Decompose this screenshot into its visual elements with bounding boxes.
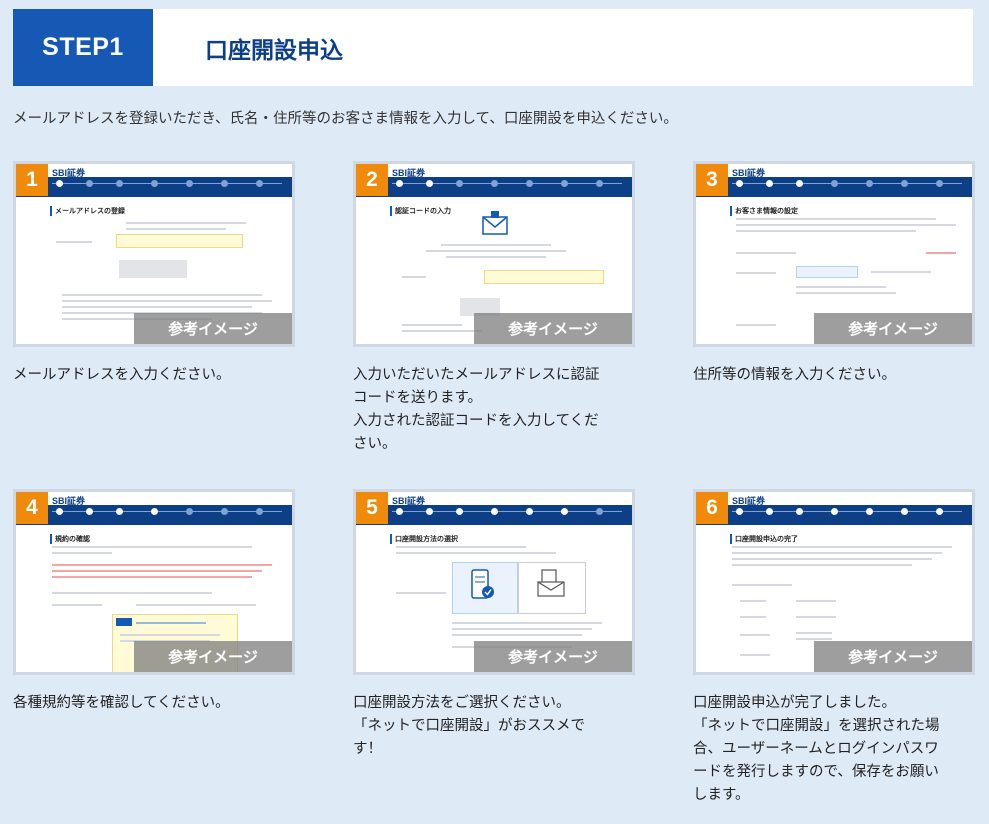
step-description: 口座開設方法をご選択ください。 「ネットで口座開設」がおススメで す！ [353,695,585,757]
page-title: 口座開設申込 [205,37,343,64]
intro-text: メールアドレスを登録いただき、氏名・住所等のお客さま情報を入力して、口座開設を申… [13,111,678,127]
reference-image-label: 参考イメージ [814,641,972,672]
mini-title: 規約の確認 [50,534,90,544]
screenshot-image-3: 3 SBI証券 お客さま情報の設定 参考イメージ [693,161,975,347]
reference-image-label: 参考イメージ [814,313,972,344]
screenshot-image-5: 5 SBI証券 口座開設方法の選択 参考イメージ [353,489,635,675]
envelope-lock-icon [482,211,508,235]
step-card-4: 4 SBI証券 規約の確認 参考イメージ 各種規約等を確認してください。 [13,489,295,715]
screenshot-image-2: 2 SBI証券 認証コードの入力 参考イメージ [353,161,635,347]
progress-stepbar [16,177,292,197]
step-badge: STEP1 [13,9,153,86]
reference-image-label: 参考イメージ [134,641,292,672]
step-card-6: 6 SBI証券 口座開設申込の完了 参考イメージ 口座開設申込が完了しました。 … [693,489,975,807]
screenshot-image-4: 4 SBI証券 規約の確認 参考イメージ [13,489,295,675]
step-number-badge: 1 [16,164,48,196]
mini-title: メールアドレスの登録 [50,206,125,216]
step-header: STEP1 口座開設申込 [13,9,973,86]
mini-title: お客さま情報の設定 [730,206,798,216]
step-description: メールアドレスを入力ください。 [13,367,231,383]
smartphone-document-icon [471,569,494,599]
step-description: 入力いただいたメールアドレスに認証 コードを送ります。 入力された認証コードを入… [353,367,600,452]
progress-stepbar [356,177,632,197]
step-description: 各種規約等を確認してください。 [13,695,230,711]
step-card-2: 2 SBI証券 認証コードの入力 参考イメージ 入力いただいたメールアドレスに認… [353,161,635,456]
step-number-badge: 2 [356,164,388,196]
progress-stepbar [696,177,972,197]
progress-stepbar [356,505,632,525]
progress-stepbar [16,505,292,525]
step-description: 口座開設申込が完了しました。 「ネットで口座開設」を選択された場 合、ユーザーネ… [693,695,940,803]
reference-image-label: 参考イメージ [474,641,632,672]
reference-image-label: 参考イメージ [134,313,292,344]
step-description: 住所等の情報を入力ください。 [693,367,896,383]
mini-title: 口座開設方法の選択 [390,534,458,544]
step-card-5: 5 SBI証券 口座開設方法の選択 参考イメージ 口座開設方法をご選択ください。… [353,489,635,761]
step-number-badge: 5 [356,492,388,524]
mini-title: 認証コードの入力 [390,206,451,216]
step-card-3: 3 SBI証券 お客さま情報の設定 参考イメージ 住所等の情報を入力ください。 [693,161,975,387]
step-card-1: 1 SBI証券 メールアドレスの登録 参考イメージ メールアドレスを入力ください… [13,161,295,387]
step-number-badge: 4 [16,492,48,524]
screenshot-image-1: 1 SBI証券 メールアドレスの登録 参考イメージ [13,161,295,347]
progress-stepbar [696,505,972,525]
reference-image-label: 参考イメージ [474,313,632,344]
step-number-badge: 6 [696,492,728,524]
mini-title: 口座開設申込の完了 [730,534,798,544]
step-number-badge: 3 [696,164,728,196]
mail-document-icon [537,569,565,597]
screenshot-image-6: 6 SBI証券 口座開設申込の完了 参考イメージ [693,489,975,675]
